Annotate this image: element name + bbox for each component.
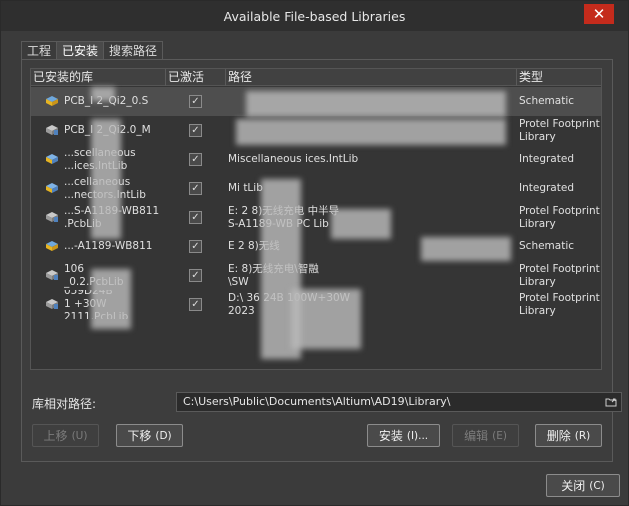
library-type: Integrated: [519, 153, 574, 165]
activated-checkbox[interactable]: ✓: [189, 211, 202, 224]
installed-panel: 已安装的库 已激活 路径 类型 PCB_I 2_Qi2_0.S ✓ Schemati…: [21, 59, 622, 462]
table-header: 已安装的库 已激活 路径 类型: [31, 69, 601, 86]
close-label: 关闭: [561, 479, 586, 493]
activated-checkbox[interactable]: ✓: [189, 124, 202, 137]
install-button[interactable]: 安装 (I)...: [367, 424, 440, 447]
close-shortcut: (C): [589, 479, 605, 492]
move-down-button[interactable]: 下移 (D): [116, 424, 183, 447]
relative-path-field[interactable]: C:\Users\Public\Documents\Altium\AD19\Li…: [176, 392, 622, 412]
library-path: Miscellaneous ices.IntLib: [228, 153, 359, 165]
library-type: Protel Footprint Library: [519, 291, 600, 317]
column-header-installed-library[interactable]: 已安装的库: [31, 69, 166, 86]
library-type: Protel Footprint Library: [519, 117, 600, 143]
install-shortcut: (I)...: [406, 429, 429, 442]
remove-shortcut: (R): [574, 429, 591, 442]
column-header-path[interactable]: 路径: [226, 69, 517, 86]
redaction-blur: [331, 209, 391, 239]
redaction-blur: [291, 289, 361, 349]
redaction-blur: [91, 87, 115, 101]
relative-path-value: C:\Users\Public\Documents\Altium\AD19\Li…: [183, 395, 451, 408]
library-path-cell: Miscellaneous ices.IntLib: [228, 145, 515, 174]
library-type-cell: Protel Footprint Library: [519, 203, 601, 232]
activated-checkbox[interactable]: ✓: [189, 298, 202, 311]
redaction-blur: [236, 119, 506, 145]
library-type-cell: Schematic: [519, 87, 601, 116]
close-button[interactable]: 关闭 (C): [546, 474, 620, 497]
close-icon: ✕: [592, 5, 606, 23]
dialog-title: Available File-based Libraries: [223, 9, 406, 24]
library-name-cell: PCB_I 2_Qi2_0.S: [64, 87, 166, 116]
column-header-activated[interactable]: 已激活: [166, 69, 226, 86]
edit-shortcut: (E): [492, 429, 507, 442]
footprint-library-icon: [46, 125, 58, 135]
redaction-blur: [421, 237, 511, 261]
activated-checkbox[interactable]: ✓: [189, 153, 202, 166]
relative-path-label: 库相对路径:: [32, 397, 97, 411]
library-type: Schematic: [519, 95, 575, 107]
move-up-button[interactable]: 上移 (U): [32, 424, 99, 447]
close-window-button[interactable]: ✕: [584, 4, 614, 24]
redaction-blur: [91, 119, 121, 239]
move-down-shortcut: (D): [155, 429, 172, 442]
check-icon: ✓: [191, 299, 200, 310]
library-type: Protel Footprint Library: [519, 262, 600, 288]
library-type-cell: Integrated: [519, 174, 601, 203]
activated-checkbox[interactable]: ✓: [189, 240, 202, 253]
check-icon: ✓: [191, 212, 200, 223]
remove-button[interactable]: 删除 (R): [535, 424, 602, 447]
activated-checkbox[interactable]: ✓: [189, 269, 202, 282]
move-up-shortcut: (U): [71, 429, 88, 442]
check-icon: ✓: [191, 241, 200, 252]
remove-label: 删除: [546, 429, 571, 443]
redaction-blur: [91, 269, 131, 329]
footprint-library-icon: [46, 299, 58, 309]
library-type-cell: Protel Footprint Library: [519, 116, 601, 145]
check-icon: ✓: [191, 154, 200, 165]
activated-checkbox[interactable]: ✓: [189, 95, 202, 108]
library-type-cell: Schematic: [519, 232, 601, 261]
library-type-cell: Protel Footprint Library: [519, 261, 601, 290]
library-table: 已安装的库 已激活 路径 类型 PCB_I 2_Qi2_0.S ✓ Schemati…: [30, 68, 602, 370]
tab-search-path[interactable]: 搜索路径: [103, 41, 164, 60]
tab-installed[interactable]: 已安装: [56, 41, 105, 60]
library-type-cell: Protel Footprint Library: [519, 290, 601, 319]
library-path: Mi tLib: [228, 182, 263, 194]
install-label: 安装: [378, 429, 403, 443]
tab-strip: 工程 已安装 搜索路径: [21, 41, 164, 60]
library-type: Protel Footprint Library: [519, 204, 600, 230]
library-type: Integrated: [519, 182, 574, 194]
integrated-library-icon: [46, 183, 58, 193]
check-icon: ✓: [191, 183, 200, 194]
schematic-library-icon: [46, 241, 58, 251]
integrated-library-icon: [46, 154, 58, 164]
check-icon: ✓: [191, 270, 200, 281]
edit-button[interactable]: 编辑 (E): [452, 424, 519, 447]
move-down-label: 下移: [127, 429, 152, 443]
folder-browse-icon[interactable]: [605, 396, 617, 408]
check-icon: ✓: [191, 125, 200, 136]
move-up-label: 上移: [43, 429, 68, 443]
footprint-library-icon: [46, 270, 58, 280]
schematic-library-icon: [46, 96, 58, 106]
footprint-library-icon: [46, 212, 58, 222]
check-icon: ✓: [191, 96, 200, 107]
edit-label: 编辑: [464, 429, 489, 443]
activated-checkbox[interactable]: ✓: [189, 182, 202, 195]
title-bar: Available File-based Libraries ✕: [1, 1, 628, 31]
library-type: Schematic: [519, 240, 575, 252]
column-header-type[interactable]: 类型: [517, 69, 601, 86]
redaction-blur: [246, 91, 506, 117]
available-libraries-dialog: Available File-based Libraries ✕ 工程 已安装 …: [0, 0, 629, 506]
library-type-cell: Integrated: [519, 145, 601, 174]
library-name: ...-A1189-WB811: [64, 240, 153, 252]
tab-project[interactable]: 工程: [21, 41, 58, 60]
